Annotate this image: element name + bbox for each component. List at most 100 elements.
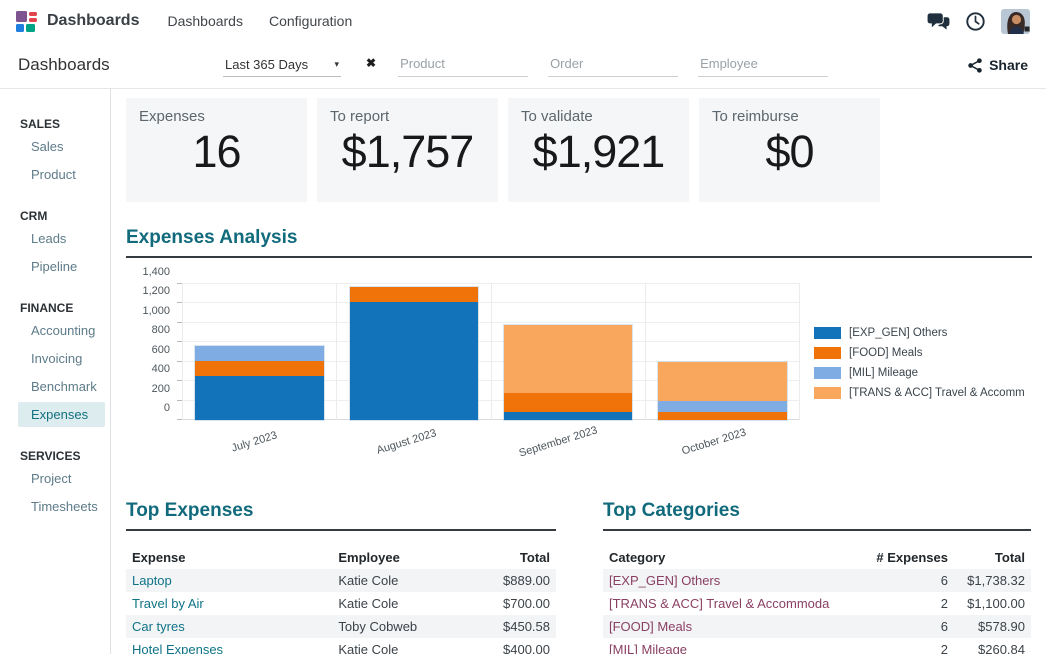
page-title: Dashboards [18, 55, 223, 75]
top-expenses-section: Top Expenses ExpenseEmployeeTotalLaptopK… [126, 500, 556, 654]
expense-link[interactable]: Car tyres [126, 615, 332, 638]
bar-segment [195, 376, 324, 420]
y-axis-tick-label: 800 [118, 324, 170, 336]
category-link[interactable]: [FOOD] Meals [603, 615, 868, 638]
table-header-row: Category# ExpensesTotal [603, 546, 1031, 569]
legend-item[interactable]: [TRANS & ACC] Travel & Accomm [814, 387, 1025, 399]
legend-item[interactable]: [EXP_GEN] Others [814, 327, 1025, 339]
legend-label: [MIL] Mileage [849, 367, 918, 379]
section-title-top-categories: Top Categories [603, 500, 1031, 531]
share-button[interactable]: Share [968, 57, 1028, 73]
y-axis-tick-label: 1,000 [118, 305, 170, 317]
menu-dashboards[interactable]: Dashboards [167, 13, 243, 29]
table-cell: $260.84 [954, 638, 1031, 654]
sidebar-item-timesheets[interactable]: Timesheets [18, 494, 105, 519]
stacked-bar-october-2023[interactable] [658, 362, 787, 420]
sidebar-item-accounting[interactable]: Accounting [18, 318, 105, 343]
table-cell: Katie Cole [332, 592, 474, 615]
kpi-value: $1,757 [330, 126, 485, 178]
menu-configuration[interactable]: Configuration [269, 13, 352, 29]
x-axis-category-label: August 2023 [375, 427, 438, 457]
sidebar-item-expenses[interactable]: Expenses [18, 402, 105, 427]
kpi-value: $0 [712, 126, 867, 178]
sidebar-item-sales[interactable]: Sales [18, 134, 105, 159]
product-filter-input[interactable] [398, 54, 528, 77]
category-link[interactable]: [MIL] Mileage [603, 638, 868, 654]
sidebar-item-project[interactable]: Project [18, 466, 105, 491]
table-cell: 2 [868, 638, 954, 654]
share-icon [968, 58, 982, 73]
chart-category-slot: October 2023 [646, 284, 800, 420]
kpi-value: 16 [139, 126, 294, 178]
kpi-row: Expenses16To report$1,757To validate$1,9… [126, 98, 1032, 202]
share-label: Share [989, 57, 1028, 73]
legend-label: [EXP_GEN] Others [849, 327, 947, 339]
table-cell: Katie Cole [332, 638, 474, 654]
table-row: [MIL] Mileage2$260.84 [603, 638, 1031, 654]
column-header: Total [954, 546, 1031, 569]
kpi-card-to-reimburse[interactable]: To reimburse$0 [699, 98, 880, 202]
category-link[interactable]: [EXP_GEN] Others [603, 569, 868, 592]
y-axis-tick-label: 0 [118, 402, 170, 414]
app-title: Dashboards [47, 12, 139, 30]
table-row: Travel by AirKatie Cole$700.00 [126, 592, 556, 615]
legend-swatch [814, 327, 841, 339]
chart-category-slot: August 2023 [337, 284, 491, 420]
date-range-value: Last 365 Days [225, 57, 308, 72]
expense-link[interactable]: Laptop [126, 569, 332, 592]
column-header: # Expenses [868, 546, 954, 569]
legend-item[interactable]: [FOOD] Meals [814, 347, 1025, 359]
stacked-bar-august-2023[interactable] [350, 287, 479, 420]
kpi-card-to-report[interactable]: To report$1,757 [317, 98, 498, 202]
x-axis-category-label: July 2023 [230, 429, 279, 454]
y-axis-tick-label: 200 [118, 383, 170, 395]
table-row: Hotel ExpensesKatie Cole$400.00 [126, 638, 556, 654]
bar-segment [658, 401, 787, 412]
expense-link[interactable]: Travel by Air [126, 592, 332, 615]
bar-segment [195, 361, 324, 376]
sidebar-item-leads[interactable]: Leads [18, 226, 105, 251]
kpi-card-expenses[interactable]: Expenses16 [126, 98, 307, 202]
table-cell: Toby Cobweb [332, 615, 474, 638]
legend-swatch [814, 347, 841, 359]
table-header-row: ExpenseEmployeeTotal [126, 546, 556, 569]
kpi-card-to-validate[interactable]: To validate$1,921 [508, 98, 689, 202]
column-header: Employee [332, 546, 474, 569]
sidebar-section-label: SERVICES [0, 449, 110, 463]
expense-link[interactable]: Hotel Expenses [126, 638, 332, 654]
y-axis-tick-label: 400 [118, 363, 170, 375]
bar-segment [350, 287, 479, 302]
chart-legend: [EXP_GEN] Others [FOOD] Meals [MIL] Mileag… [814, 327, 1025, 471]
table-cell: 6 [868, 569, 954, 592]
chart-category-slot: July 2023 [183, 284, 337, 420]
top-navbar: Dashboards Dashboards Configuration [0, 0, 1046, 42]
employee-filter-input[interactable] [698, 54, 828, 77]
table-cell: $700.00 [474, 592, 556, 615]
section-title-top-expenses: Top Expenses [126, 500, 556, 531]
top-categories-section: Top Categories Category# ExpensesTotal[E… [603, 500, 1031, 654]
order-filter-input[interactable] [548, 54, 678, 77]
user-avatar[interactable] [1001, 9, 1030, 34]
x-axis-category-label: October 2023 [681, 427, 748, 458]
stacked-bar-september-2023[interactable] [504, 325, 633, 420]
sidebar-item-product[interactable]: Product [18, 162, 105, 187]
clear-filter-icon[interactable]: ✖ [366, 57, 376, 69]
bar-segment [504, 325, 633, 393]
activity-clock-icon[interactable] [965, 11, 986, 32]
app-brand[interactable]: Dashboards [16, 11, 139, 32]
legend-item[interactable]: [MIL] Mileage [814, 367, 1025, 379]
category-link[interactable]: [TRANS & ACC] Travel & Accommoda [603, 592, 868, 615]
sidebar-item-pipeline[interactable]: Pipeline [18, 254, 105, 279]
sidebar-item-invoicing[interactable]: Invoicing [18, 346, 105, 371]
chart-slots: July 2023August 2023September 2023Octobe… [182, 284, 800, 420]
date-range-select[interactable]: Last 365 Days ▾ [223, 57, 341, 77]
messages-icon[interactable] [927, 12, 950, 31]
top-categories-table: Category# ExpensesTotal[EXP_GEN] Others6… [603, 546, 1031, 654]
table-cell: $1,738.32 [954, 569, 1031, 592]
sidebar-section: CRM Leads Pipeline [0, 209, 110, 279]
sidebar-section-label: SALES [0, 117, 110, 131]
stacked-bar-july-2023[interactable] [195, 346, 324, 420]
sidebar-section-label: CRM [0, 209, 110, 223]
dashboards-app-icon [16, 11, 37, 32]
sidebar-item-benchmark[interactable]: Benchmark [18, 374, 105, 399]
